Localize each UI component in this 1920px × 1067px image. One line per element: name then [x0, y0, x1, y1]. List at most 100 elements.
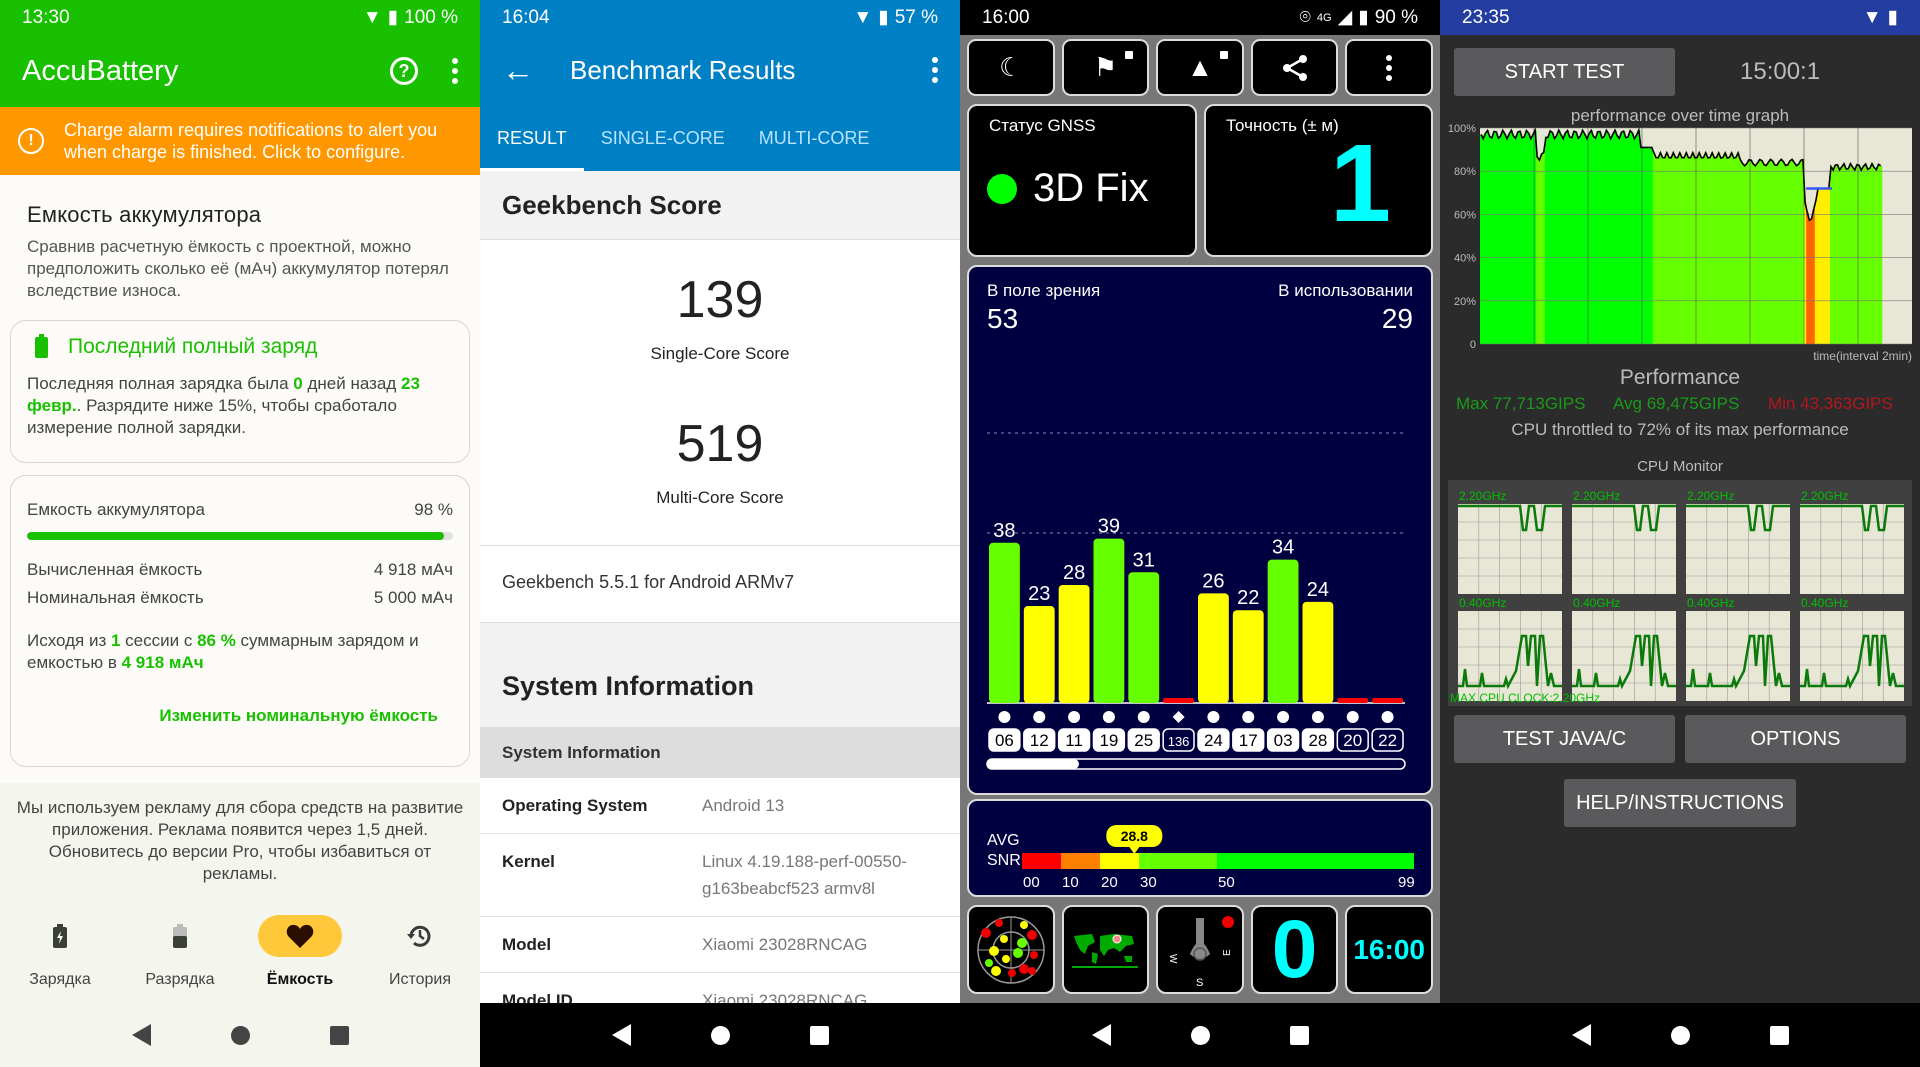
- more-options-icon: [1386, 54, 1393, 81]
- warning-icon: !: [18, 128, 44, 154]
- clock-tile[interactable]: 16:00: [1345, 905, 1433, 994]
- compass-button[interactable]: W E S: [1156, 905, 1244, 994]
- speed-value: 0: [1271, 905, 1318, 994]
- help-icon[interactable]: ?: [390, 57, 418, 85]
- compass-icon: W E S: [1167, 915, 1234, 989]
- system-nav-bar: [0, 1003, 480, 1067]
- single-core-label: Single-Core Score: [650, 344, 790, 363]
- speed-tile[interactable]: 0: [1250, 905, 1339, 994]
- status-bar: 16:00 ⌾ 4G ◢ ▮ 90 %: [960, 0, 1440, 35]
- recents-icon[interactable]: [329, 1025, 349, 1045]
- core-frequency-label: 2.20GHz: [1687, 489, 1734, 503]
- core-graph: [1800, 611, 1904, 701]
- alert-text: Charge alarm requires notifications to a…: [64, 120, 438, 162]
- start-test-button[interactable]: START TEST: [1454, 48, 1675, 96]
- snr-bar: [1128, 572, 1160, 703]
- performance-title: Performance: [1619, 366, 1741, 389]
- sat-marker-icon: [1172, 711, 1185, 723]
- recents-icon[interactable]: [1289, 1025, 1309, 1045]
- back-icon[interactable]: [1091, 1024, 1111, 1046]
- recents-icon[interactable]: [1769, 1025, 1789, 1045]
- signal-icon: ◢: [1337, 7, 1353, 28]
- snr-bar: [1372, 698, 1403, 703]
- help-instructions-button[interactable]: HELP/INSTRUCTIONS: [1564, 779, 1796, 827]
- tab-discharging[interactable]: Разрядка: [120, 915, 240, 1011]
- tab-discharging-label: Разрядка: [145, 971, 215, 988]
- recents-icon[interactable]: [809, 1025, 829, 1045]
- night-mode-button[interactable]: ☾: [967, 39, 1055, 96]
- back-icon[interactable]: [611, 1024, 631, 1046]
- options-button[interactable]: OPTIONS: [1685, 715, 1906, 763]
- snr-bar-label: 26: [1202, 570, 1224, 592]
- battery-icon: ▮: [878, 7, 889, 28]
- more-options-icon[interactable]: [932, 57, 938, 83]
- tab-multi-core[interactable]: MULTI-CORE: [742, 105, 887, 171]
- accuracy-box: Точность (± м) 1: [1204, 104, 1433, 257]
- world-map-button[interactable]: [1061, 905, 1150, 994]
- core-frequency-label: 0.40GHz: [1459, 596, 1506, 610]
- geekbench-score-header: Geekbench Score: [480, 171, 960, 240]
- snr-scale-tick: 20: [1101, 874, 1118, 891]
- nominal-capacity-label: Номинальная ёмкость: [27, 588, 204, 607]
- tab-capacity[interactable]: Ёмкость: [240, 915, 360, 1011]
- cpu-monitor-title: CPU Monitor: [1637, 458, 1723, 475]
- home-icon[interactable]: [710, 1025, 730, 1045]
- capacity-label: Емкость аккумулятора: [27, 500, 205, 519]
- core-frequency-label: 2.20GHz: [1459, 489, 1506, 503]
- sat-marker-icon: [1068, 711, 1081, 723]
- core-graph: [1458, 504, 1562, 594]
- menu-button[interactable]: [1345, 39, 1433, 96]
- gnss-status-row: Статус GNSS 3D Fix Точность (± м) 1: [960, 100, 1440, 261]
- tab-result[interactable]: RESULT: [480, 105, 584, 171]
- back-icon[interactable]: [131, 1024, 151, 1046]
- snr-bar: [1163, 698, 1194, 703]
- avg-label: AVG: [987, 832, 1020, 849]
- avg-snr-value: 28.8: [1121, 828, 1148, 844]
- y-tick-label: 40%: [1454, 253, 1476, 265]
- single-core-score: 139 Single-Core Score: [480, 240, 960, 364]
- core-graph: [1800, 504, 1904, 594]
- home-icon[interactable]: [1670, 1025, 1690, 1045]
- home-icon[interactable]: [1190, 1025, 1210, 1045]
- tab-single-core[interactable]: SINGLE-CORE: [584, 105, 742, 171]
- skyplot-button[interactable]: [967, 905, 1055, 994]
- gnss-screen: 16:00 ⌾ 4G ◢ ▮ 90 % ☾ ⚑ ▲ Статус GNSS 3D Fix…: [960, 0, 1440, 1067]
- status-time: 16:04: [502, 6, 550, 28]
- core-frequency-label: 0.40GHz: [1573, 596, 1620, 610]
- page-title: Емкость аккумулятора: [27, 202, 262, 227]
- snr-bar: [1267, 559, 1299, 703]
- share-button[interactable]: [1250, 39, 1339, 96]
- battery-icon: ▮: [387, 7, 399, 28]
- snr-scale-segment: [1061, 853, 1100, 869]
- back-icon[interactable]: [1571, 1024, 1591, 1046]
- tab-charging[interactable]: Зарядка: [0, 915, 120, 1011]
- test-java-c-button[interactable]: TEST JAVA/C: [1454, 715, 1675, 763]
- snr-bars: 38 06 23 12 28 11 39 19 31 25 136 26 24 22 17 34 03 24 28 2…: [986, 432, 1406, 770]
- tab-capacity-label: Ёмкость: [266, 971, 334, 988]
- compass-west: W: [1167, 954, 1178, 964]
- avg-performance: Avg 69,475GIPS: [1613, 394, 1740, 413]
- more-options-icon[interactable]: [452, 58, 458, 84]
- capacity-card: Емкость аккумулятора 98 % Вычисленная ёмк…: [10, 475, 470, 767]
- cpu-core-graphs: 2.20GHz 2.20GHz 2.20GHz 2.20GHz 0.40GHz 0.40G…: [1450, 489, 1904, 705]
- navigation-button[interactable]: ▲: [1156, 39, 1244, 96]
- waypoint-button[interactable]: ⚑: [1061, 39, 1150, 96]
- snr-scale-segment: [1022, 853, 1061, 869]
- sat-id-label: 17: [1239, 731, 1258, 750]
- back-arrow-icon[interactable]: ←: [502, 52, 534, 89]
- snr-bar-label: 22: [1237, 587, 1259, 609]
- sat-id-label: 06: [995, 731, 1014, 750]
- charge-alarm-banner[interactable]: ! Charge alarm requires notifications to…: [0, 107, 480, 175]
- battery-discharging-icon: [173, 924, 187, 948]
- change-nominal-capacity-link[interactable]: Изменить номинальную ёмкость: [27, 706, 453, 726]
- tab-history[interactable]: История: [360, 915, 480, 1011]
- status-battery: 90 %: [1374, 6, 1418, 28]
- y-tick-label: 60%: [1454, 209, 1476, 221]
- snr-scale-tick: 30: [1140, 874, 1157, 891]
- app-title: AccuBattery: [22, 54, 179, 87]
- home-icon[interactable]: [230, 1025, 250, 1045]
- navigation-arrow-icon: ▲: [1187, 52, 1213, 82]
- min-performance: Min 43,363GIPS: [1768, 394, 1893, 413]
- system-nav-bar: [1440, 1003, 1920, 1067]
- tab-history-label: История: [388, 971, 452, 988]
